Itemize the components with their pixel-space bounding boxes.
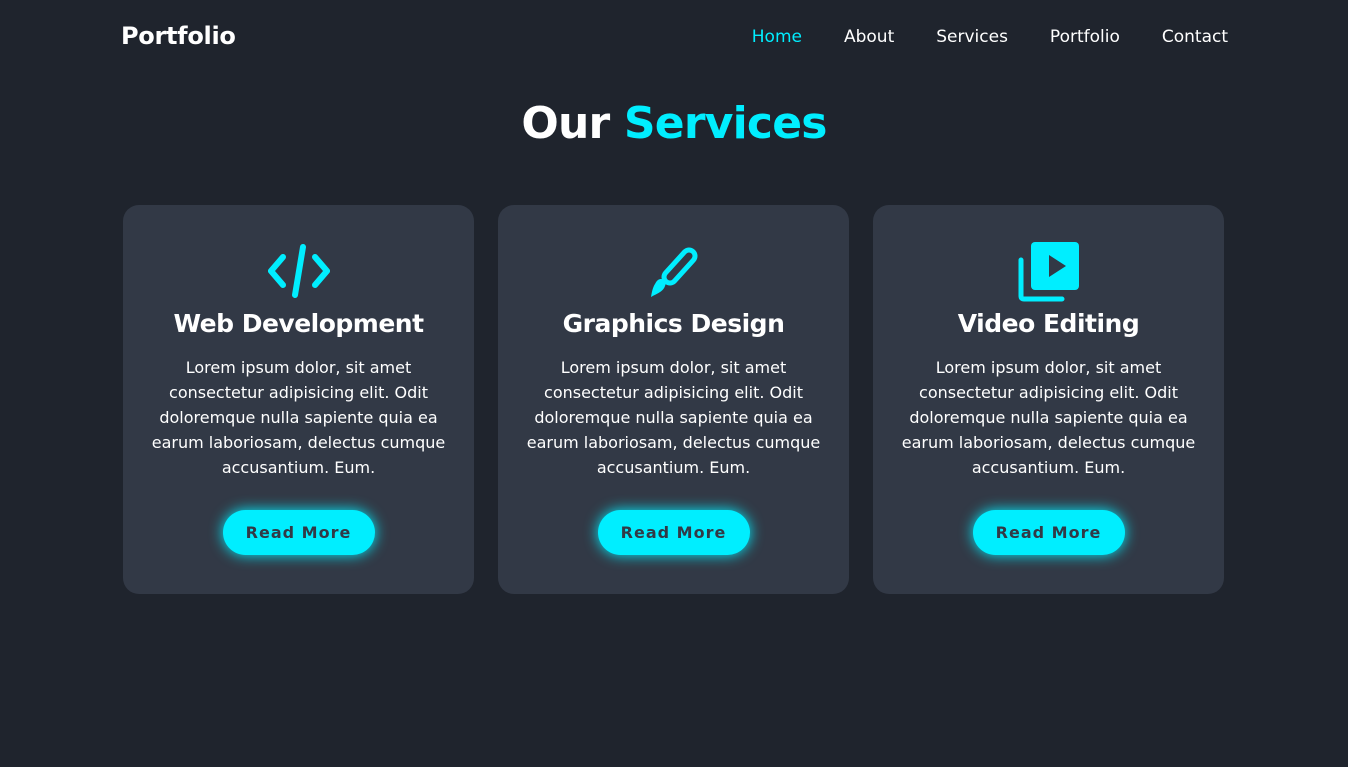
code-icon	[123, 239, 474, 303]
paint-brush-icon	[498, 239, 849, 303]
service-title: Graphics Design	[562, 309, 785, 338]
nav-portfolio-link[interactable]: Portfolio	[1050, 27, 1120, 47]
service-title: Web Development	[173, 309, 424, 338]
nav-services-link[interactable]: Services	[936, 27, 1008, 47]
read-more-button[interactable]: Read More	[972, 510, 1125, 555]
service-title: Video Editing	[957, 309, 1140, 338]
read-more-button[interactable]: Read More	[222, 510, 375, 555]
read-more-button[interactable]: Read More	[597, 510, 750, 555]
logo[interactable]: Portfolio	[121, 22, 236, 50]
main-nav: Home About Services Portfolio Contact	[710, 27, 1228, 47]
section-title: Our Services	[0, 98, 1348, 149]
service-card-video-editing: Video Editing Lorem ipsum dolor, sit ame…	[873, 205, 1224, 594]
nav-home-link[interactable]: Home	[752, 27, 802, 47]
nav-about-link[interactable]: About	[844, 27, 894, 47]
nav-contact-link[interactable]: Contact	[1162, 27, 1228, 47]
section-title-accent: Services	[623, 98, 828, 149]
service-description: Lorem ipsum dolor, sit amet consectetur …	[151, 358, 446, 477]
service-description: Lorem ipsum dolor, sit amet consectetur …	[526, 358, 821, 477]
video-library-icon	[873, 239, 1224, 303]
service-card-graphics-design: Graphics Design Lorem ipsum dolor, sit a…	[498, 205, 849, 594]
services-list: Web Development Lorem ipsum dolor, sit a…	[123, 205, 1224, 594]
section-title-main: Our	[521, 98, 610, 149]
service-description: Lorem ipsum dolor, sit amet consectetur …	[901, 358, 1196, 477]
site-header: Portfolio Home About Services Portfolio …	[0, 0, 1348, 76]
service-card-web-development: Web Development Lorem ipsum dolor, sit a…	[123, 205, 474, 594]
